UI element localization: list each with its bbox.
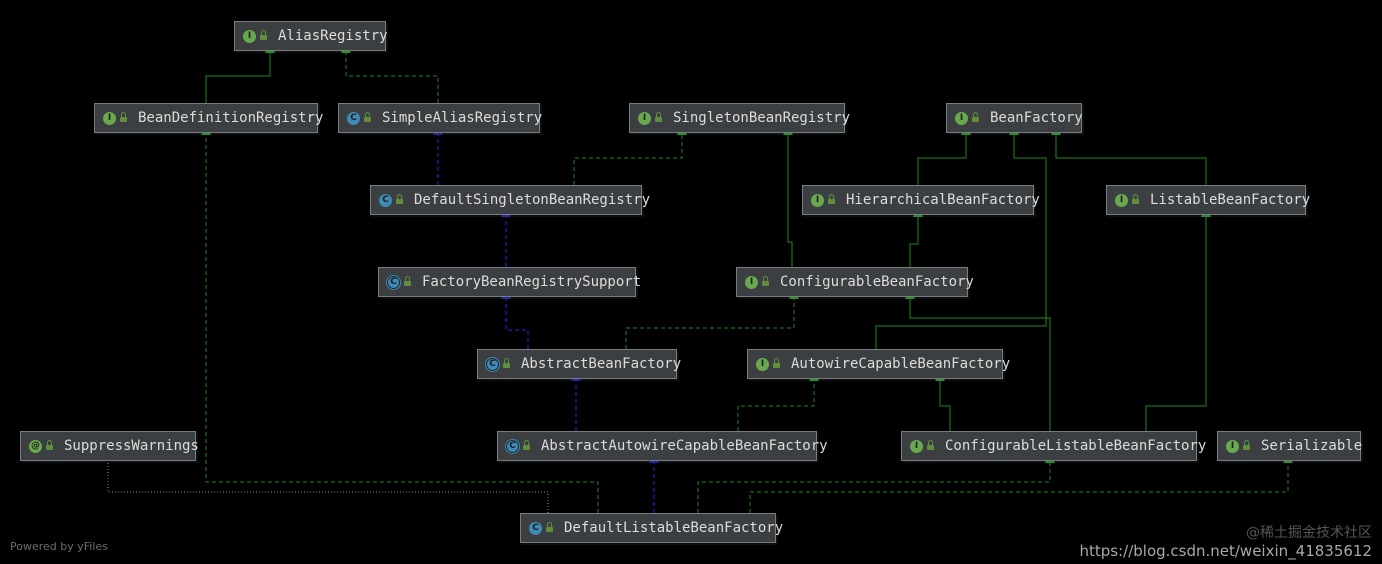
public-lock-icon [523,440,532,450]
interface-icon: I [910,439,923,453]
node-label: AbstractBeanFactory [521,356,682,372]
edge-ListableBeanFactory-to-BeanFactory [1051,125,1207,185]
watermark: @稀土掘金技术社区 https://blog.csdn.net/weixin_4… [1079,524,1372,560]
class-icon: C [347,111,360,125]
public-lock-icon [762,276,771,286]
node-label: HierarchicalBeanFactory [846,192,1040,208]
interface-icon: I [103,111,116,125]
watermark-line1: @稀土掘金技术社区 [1246,525,1372,541]
node-label: ConfigurableListableBeanFactory [945,438,1207,454]
node-HierarchicalBeanFactory[interactable]: I HierarchicalBeanFactory [802,185,1040,215]
node-label: AbstractAutowireCapableBeanFactory [541,438,828,454]
node-FactoryBeanRegistrySupport[interactable]: C FactoryBeanRegistrySupport [378,267,641,297]
node-DefaultListableBeanFactory[interactable]: C DefaultListableBeanFactory [520,513,783,543]
node-ListableBeanFactory[interactable]: I ListableBeanFactory [1106,185,1310,215]
class-icon: C [529,521,542,535]
interface-icon: I [1226,439,1239,453]
node-label: BeanDefinitionRegistry [138,110,324,126]
node-label: DefaultSingletonBeanRegistry [414,192,651,208]
annotation-icon: @ [29,439,42,453]
class-icon: C [379,193,392,207]
public-lock-icon [773,358,782,368]
node-SingletonBeanRegistry[interactable]: I SingletonBeanRegistry [629,103,850,133]
node-SimpleAliasRegistry[interactable]: C SimpleAliasRegistry [338,103,543,133]
node-label: FactoryBeanRegistrySupport [422,274,642,290]
node-ConfigurableListableBeanFactory[interactable]: I ConfigurableListableBeanFactory [901,431,1206,461]
node-AliasRegistry[interactable]: I AliasRegistry [234,21,388,51]
node-label: BeanFactory [990,110,1083,126]
interface-icon: I [955,111,968,125]
node-BeanFactory[interactable]: I BeanFactory [946,103,1083,133]
interface-icon: I [243,29,256,43]
edge-AbstractBeanFactory-to-FactoryBeanRegistrySupport [501,289,529,349]
interface-icon: I [638,111,651,125]
node-label: SuppressWarnings [64,438,199,454]
node-label: AliasRegistry [278,28,388,44]
edge-HierarchicalBeanFactory-to-BeanFactory [917,125,971,185]
node-label: ConfigurableBeanFactory [780,274,974,290]
node-Serializable[interactable]: I Serializable [1217,431,1363,461]
public-lock-icon [546,522,555,532]
edge-ConfigurableBeanFactory-to-SingletonBeanRegistry [783,125,793,267]
public-lock-icon [1243,440,1252,450]
abstract-class-icon: C [485,356,500,372]
public-lock-icon [46,440,55,450]
interface-icon: I [1115,193,1128,207]
edge-ConfigurableListableBeanFactory-to-AutowireCapableBeanFactory [935,371,951,431]
public-lock-icon [260,30,269,40]
node-AbstractBeanFactory[interactable]: C AbstractBeanFactory [477,349,681,379]
public-lock-icon [972,112,981,122]
interface-icon: I [811,193,824,207]
public-lock-icon [364,112,373,122]
edge-BeanDefinitionRegistry-to-AliasRegistry [205,43,275,103]
node-label: SimpleAliasRegistry [382,110,543,126]
edge-AbstractAutowireCapableBeanFactory-to-AutowireCapableBeanFactory [737,371,819,431]
edge-AutowireCapableBeanFactory-to-BeanFactory [875,125,1047,349]
public-lock-icon [828,194,837,204]
edge-SimpleAliasRegistry-to-AliasRegistry [341,43,439,103]
node-AbstractAutowireCapableBeanFactory[interactable]: C AbstractAutowireCapableBeanFactory [497,431,828,461]
public-lock-icon [396,194,405,204]
node-label: AutowireCapableBeanFactory [791,356,1011,372]
node-BeanDefinitionRegistry[interactable]: I BeanDefinitionRegistry [94,103,323,133]
edge-AbstractBeanFactory-to-ConfigurableBeanFactory [625,289,799,349]
watermark-line2: https://blog.csdn.net/weixin_41835612 [1079,542,1372,560]
node-label: DefaultListableBeanFactory [564,520,784,536]
node-DefaultSingletonBeanRegistry[interactable]: C DefaultSingletonBeanRegistry [370,185,650,215]
node-label: ListableBeanFactory [1150,192,1311,208]
class-hierarchy-diagram [107,43,1293,513]
edge-ConfigurableBeanFactory-to-HierarchicalBeanFactory [909,207,923,267]
node-label: SingletonBeanRegistry [673,110,851,126]
abstract-class-icon: C [505,438,520,454]
abstract-class-icon: C [386,274,401,290]
edge-DefaultListableBeanFactory-to-Serializable [749,453,1293,513]
edge-ConfigurableListableBeanFactory-to-ListableBeanFactory [1145,207,1211,431]
public-lock-icon [404,276,413,286]
edge-DefaultListableBeanFactory-to-ConfigurableListableBeanFactory [697,453,1055,513]
edge-DefaultSingletonBeanRegistry-to-SingletonBeanRegistry [573,125,687,185]
node-AutowireCapableBeanFactory[interactable]: I AutowireCapableBeanFactory [747,349,1010,379]
edge-DefaultListableBeanFactory-to-SuppressWarnings [107,462,549,513]
node-SuppressWarnings[interactable]: @ SuppressWarnings [20,431,199,461]
public-lock-icon [120,112,129,122]
public-lock-icon [1132,194,1141,204]
public-lock-icon [655,112,664,122]
interface-icon: I [745,275,758,289]
interface-icon: I [756,357,769,371]
public-lock-icon [927,440,936,450]
node-ConfigurableBeanFactory[interactable]: I ConfigurableBeanFactory [736,267,974,297]
public-lock-icon [503,358,512,368]
powered-by-label: Powered by yFiles [10,540,108,553]
node-label: Serializable [1261,438,1363,454]
